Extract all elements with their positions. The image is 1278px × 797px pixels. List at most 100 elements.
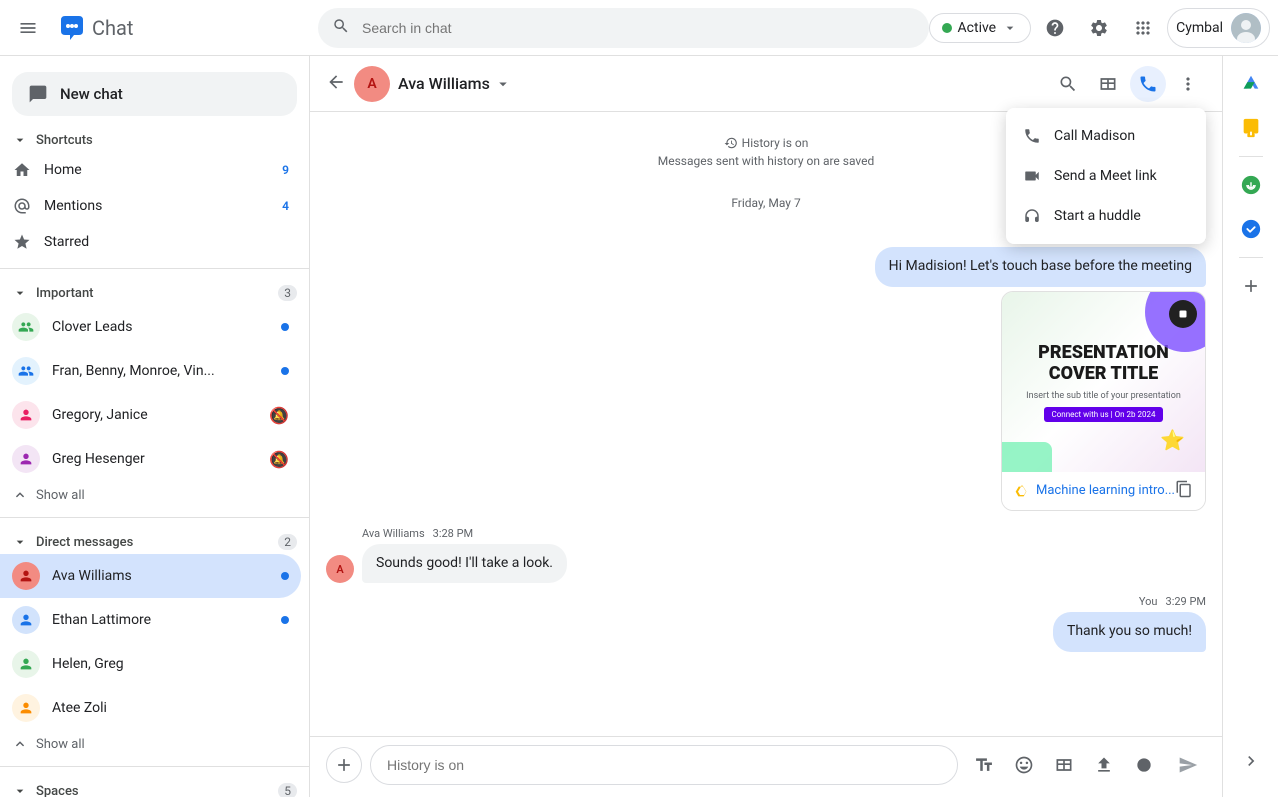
sidebar-item-fran-benny[interactable]: Fran, Benny, Monroe, Vin... xyxy=(0,349,301,393)
presentation-btn: Connect with us | On 2b 2024 xyxy=(1044,407,1164,422)
important-header: Important 3 xyxy=(0,277,309,305)
sidebar-item-ethan-lattimore[interactable]: Ethan Lattimore xyxy=(0,598,301,642)
chat-header-actions xyxy=(1050,66,1206,102)
mentions-count: 4 xyxy=(282,199,289,213)
drive-icon xyxy=(1240,73,1262,95)
attachment-preview: PRESENTATIONCOVER TITLE Insert the sub t… xyxy=(1002,292,1205,472)
call-button[interactable] xyxy=(1130,66,1166,102)
google-keep-button[interactable] xyxy=(1231,108,1271,148)
starred-label: Starred xyxy=(44,234,289,250)
drive-icon-small xyxy=(1014,483,1030,499)
divider-2 xyxy=(0,517,309,518)
emoji-button[interactable] xyxy=(1006,747,1042,783)
message-bubble-received-1: Sounds good! I'll take a look. xyxy=(362,544,567,584)
divider-1 xyxy=(0,268,309,269)
presentation-subtitle: Insert the sub title of your presentatio… xyxy=(1026,391,1181,401)
message-sent-1: You 3:27 PM Hi Madision! Let's touch bas… xyxy=(326,230,1206,511)
new-chat-button[interactable]: New chat xyxy=(12,72,297,116)
active-dot xyxy=(942,23,952,33)
sidebar-item-home[interactable]: Home 9 xyxy=(0,152,301,188)
important-show-all[interactable]: Show all xyxy=(0,481,309,509)
phone-icon xyxy=(1022,126,1042,146)
sidebar-item-atee-zoli[interactable]: Atee Zoli xyxy=(0,686,301,730)
sidebar-item-starred[interactable]: Starred xyxy=(0,224,301,260)
google-tasks-button[interactable] xyxy=(1231,209,1271,249)
main-layout: New chat Shortcuts Home 9 Mentions 4 xyxy=(0,0,1278,797)
green-shape xyxy=(1002,442,1052,472)
apps-button[interactable] xyxy=(1123,8,1163,48)
message-input[interactable] xyxy=(370,745,958,785)
sidebar-item-clover-leads[interactable]: Clover Leads xyxy=(0,305,301,349)
search-chat-button[interactable] xyxy=(1050,66,1086,102)
sidebar-item-greg-hesenger[interactable]: Greg Hesenger 🔕 xyxy=(0,437,301,481)
spaces-title: Spaces xyxy=(12,783,79,797)
chevron-down-icon-spaces xyxy=(12,783,28,797)
hamburger-menu[interactable] xyxy=(8,8,48,48)
attachment-name: Machine learning intro... xyxy=(1014,483,1175,499)
chat-area: A Ava Williams xyxy=(310,56,1222,797)
atee-zoli-label: Atee Zoli xyxy=(52,700,289,716)
chevron-down-icon xyxy=(12,132,28,148)
settings-button[interactable] xyxy=(1079,8,1119,48)
search-input[interactable] xyxy=(318,8,929,48)
new-chat-label: New chat xyxy=(60,85,123,103)
attachment-footer: Machine learning intro... xyxy=(1002,472,1205,510)
call-dropdown: Call Madison Send a Meet link Start a hu… xyxy=(1006,108,1206,244)
user-account-button[interactable]: Cymbal xyxy=(1167,8,1270,48)
message-bubble-sent-2: Thank you so much! xyxy=(1053,612,1206,652)
start-huddle-item[interactable]: Start a huddle xyxy=(1006,196,1206,236)
message-meta-received-1: Ava Williams 3:28 PM xyxy=(362,527,567,540)
send-meet-link-item[interactable]: Send a Meet link xyxy=(1006,156,1206,196)
gregory-janice-avatar xyxy=(12,401,40,429)
sidebar-item-ava-williams[interactable]: Ava Williams xyxy=(0,554,301,598)
ava-williams-avatar xyxy=(12,562,40,590)
helen-greg-avatar xyxy=(12,650,40,678)
ava-williams-label: Ava Williams xyxy=(52,568,269,584)
expand-icon-dm xyxy=(12,736,28,752)
back-button[interactable] xyxy=(326,72,346,96)
spaces-header: Spaces 5 xyxy=(0,775,309,797)
active-status-button[interactable]: Active xyxy=(929,13,1032,43)
attachment-card: PRESENTATIONCOVER TITLE Insert the sub t… xyxy=(1001,291,1206,511)
ethan-lattimore-avatar xyxy=(12,606,40,634)
google-voice-button[interactable] xyxy=(1231,165,1271,205)
help-button[interactable] xyxy=(1035,8,1075,48)
right-panel-divider xyxy=(1239,156,1263,157)
text-format-button[interactable] xyxy=(966,747,1002,783)
upload-button[interactable] xyxy=(1086,747,1122,783)
sidebar-item-helen-greg[interactable]: Helen, Greg xyxy=(0,642,301,686)
chevron-down-icon xyxy=(1002,20,1018,36)
add-attachment-button[interactable] xyxy=(326,747,362,783)
divider-3 xyxy=(0,766,309,767)
layout-button[interactable] xyxy=(1090,66,1126,102)
clover-leads-label: Clover Leads xyxy=(52,319,269,335)
message-received-1: A Ava Williams 3:28 PM Sounds good! I'll… xyxy=(326,527,1206,584)
right-panel-add-button[interactable] xyxy=(1231,266,1271,306)
ethan-lattimore-label: Ethan Lattimore xyxy=(52,612,269,628)
history-icon xyxy=(724,136,738,150)
google-drive-button[interactable] xyxy=(1231,64,1271,104)
search-icon xyxy=(332,17,350,39)
record-button[interactable] xyxy=(1126,747,1162,783)
home-count: 9 xyxy=(282,163,289,177)
chevron-down-icon-dm xyxy=(12,534,28,550)
expand-right-panel[interactable] xyxy=(1231,741,1271,781)
ava-williams-unread xyxy=(281,572,289,580)
fran-benny-label: Fran, Benny, Monroe, Vin... xyxy=(52,363,269,379)
edit-icon xyxy=(28,84,48,104)
apps-message-button[interactable] xyxy=(1046,747,1082,783)
active-label: Active xyxy=(958,20,997,36)
chat-contact-avatar: A xyxy=(354,66,390,102)
voice-icon xyxy=(1240,174,1262,196)
more-actions-button[interactable] xyxy=(1170,66,1206,102)
dm-show-all[interactable]: Show all xyxy=(0,730,309,758)
copy-attachment-button[interactable] xyxy=(1175,480,1193,502)
history-label: History is on xyxy=(724,136,809,150)
message-bubble-sent-1: Hi Madision! Let's touch base before the… xyxy=(875,247,1206,287)
spaces-count: 5 xyxy=(278,783,297,797)
sidebar-item-mentions[interactable]: Mentions 4 xyxy=(0,188,301,224)
sidebar-item-gregory-janice[interactable]: Gregory, Janice 🔕 xyxy=(0,393,301,437)
message-content-received-1: Ava Williams 3:28 PM Sounds good! I'll t… xyxy=(362,527,567,584)
call-madison-item[interactable]: Call Madison xyxy=(1006,116,1206,156)
send-button[interactable] xyxy=(1170,747,1206,783)
